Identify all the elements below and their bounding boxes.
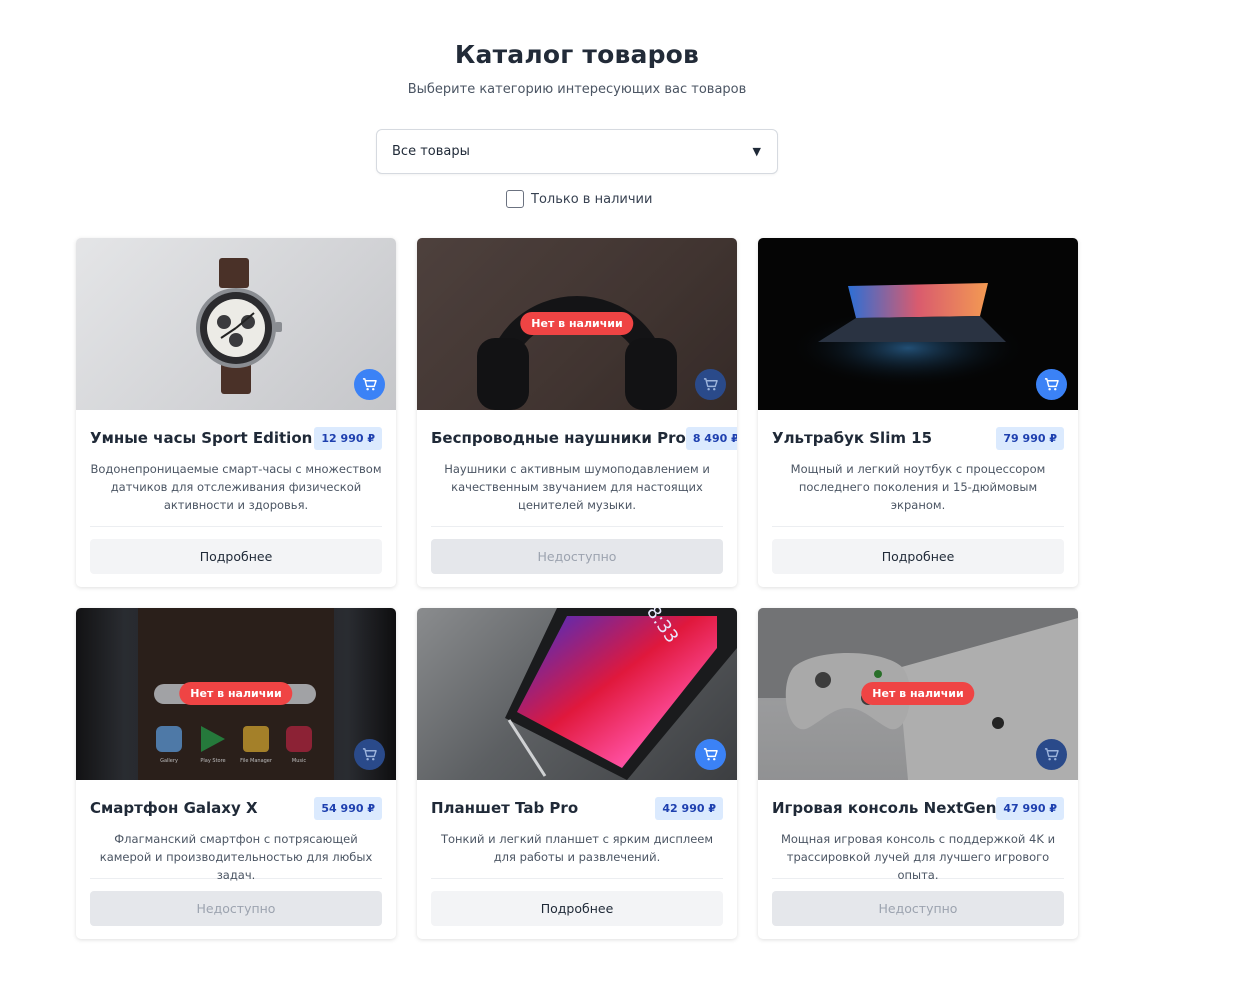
cart-icon: [1044, 748, 1059, 761]
product-description: Мощный и легкий ноутбук с процессором по…: [790, 462, 1046, 512]
product-image-console: Нет в наличии: [758, 608, 1078, 780]
product-card: Нет в наличии Беспроводные наушники Pro …: [417, 238, 737, 587]
card-divider: [90, 526, 382, 527]
add-to-cart-button[interactable]: [354, 739, 385, 770]
product-description: Флагманский смартфон с потрясающей камер…: [99, 832, 373, 882]
in-stock-label: Только в наличии: [531, 191, 653, 207]
product-description: Мощная игровая консоль с поддержкой 4K и…: [780, 832, 1056, 882]
page-subtitle: Выберите категорию интересующих вас това…: [407, 82, 747, 97]
product-image-tablet: 8:33: [417, 608, 737, 780]
in-stock-filter[interactable]: Только в наличии: [506, 190, 652, 208]
add-to-cart-button[interactable]: [354, 369, 385, 400]
product-image-watch: [76, 238, 396, 410]
product-name: Ультрабук Slim 15: [772, 429, 933, 447]
price-badge: 12 990 ₽: [314, 426, 382, 450]
price-badge: 8 490 ₽: [685, 426, 737, 450]
price-badge: 47 990 ₽: [996, 796, 1064, 820]
price-badge: 79 990 ₽: [996, 426, 1064, 450]
add-to-cart-button[interactable]: [695, 739, 726, 770]
product-name: Умные часы Sport Edition: [90, 429, 313, 447]
product-name: Планшет Tab Pro: [431, 799, 579, 817]
out-of-stock-badge: Нет в наличии: [179, 682, 293, 705]
product-description: Наушники с активным шумоподавлением и ка…: [444, 462, 710, 512]
out-of-stock-badge: Нет в наличии: [520, 312, 634, 335]
unavailable-button[interactable]: Недоступно: [90, 891, 382, 926]
price-badge: 42 990 ₽: [655, 796, 723, 820]
out-of-stock-badge: Нет в наличии: [861, 682, 975, 705]
product-card: Gallery Play Store File Manager Music Не…: [76, 608, 396, 939]
card-divider: [772, 526, 1064, 527]
unavailable-button[interactable]: Недоступно: [772, 891, 1064, 926]
add-to-cart-button[interactable]: [1036, 369, 1067, 400]
product-image-phone: Gallery Play Store File Manager Music Не…: [76, 608, 396, 780]
product-card: 8:33 Планшет Tab Pro 42 990 ₽ Тонкий и л…: [417, 608, 737, 939]
product-card: Нет в наличии Игровая консоль NextGen 47…: [758, 608, 1078, 939]
add-to-cart-button[interactable]: [695, 369, 726, 400]
product-image-laptop: [758, 238, 1078, 410]
cart-icon: [703, 378, 718, 391]
product-description: Тонкий и легкий планшет с ярким дисплеем…: [440, 832, 714, 864]
unavailable-button[interactable]: Недоступно: [431, 539, 723, 574]
product-name: Смартфон Galaxy X: [90, 799, 258, 817]
product-image-headphones: Нет в наличии: [417, 238, 737, 410]
price-badge: 54 990 ₽: [314, 796, 382, 820]
details-button[interactable]: Подробнее: [772, 539, 1064, 574]
details-button[interactable]: Подробнее: [90, 539, 382, 574]
product-card: Ультрабук Slim 15 79 990 ₽ Мощный и легк…: [758, 238, 1078, 587]
add-to-cart-button[interactable]: [1036, 739, 1067, 770]
product-card: Умные часы Sport Edition 12 990 ₽ Водоне…: [76, 238, 396, 587]
card-divider: [431, 878, 723, 879]
in-stock-checkbox[interactable]: [506, 190, 524, 208]
product-description: Водонепроницаемые смарт-часы с множество…: [90, 462, 382, 512]
details-button[interactable]: Подробнее: [431, 891, 723, 926]
page-title: Каталог товаров: [454, 40, 700, 69]
category-select[interactable]: Все товары ▼: [376, 129, 778, 174]
product-name: Игровая консоль NextGen: [772, 799, 997, 817]
product-name: Беспроводные наушники Pro: [431, 429, 686, 447]
cart-icon: [703, 748, 718, 761]
cart-icon: [1044, 378, 1059, 391]
card-divider: [431, 526, 723, 527]
chevron-down-icon: ▼: [752, 145, 761, 158]
category-select-value: Все товары: [392, 144, 470, 159]
cart-icon: [362, 748, 377, 761]
cart-icon: [362, 378, 377, 391]
